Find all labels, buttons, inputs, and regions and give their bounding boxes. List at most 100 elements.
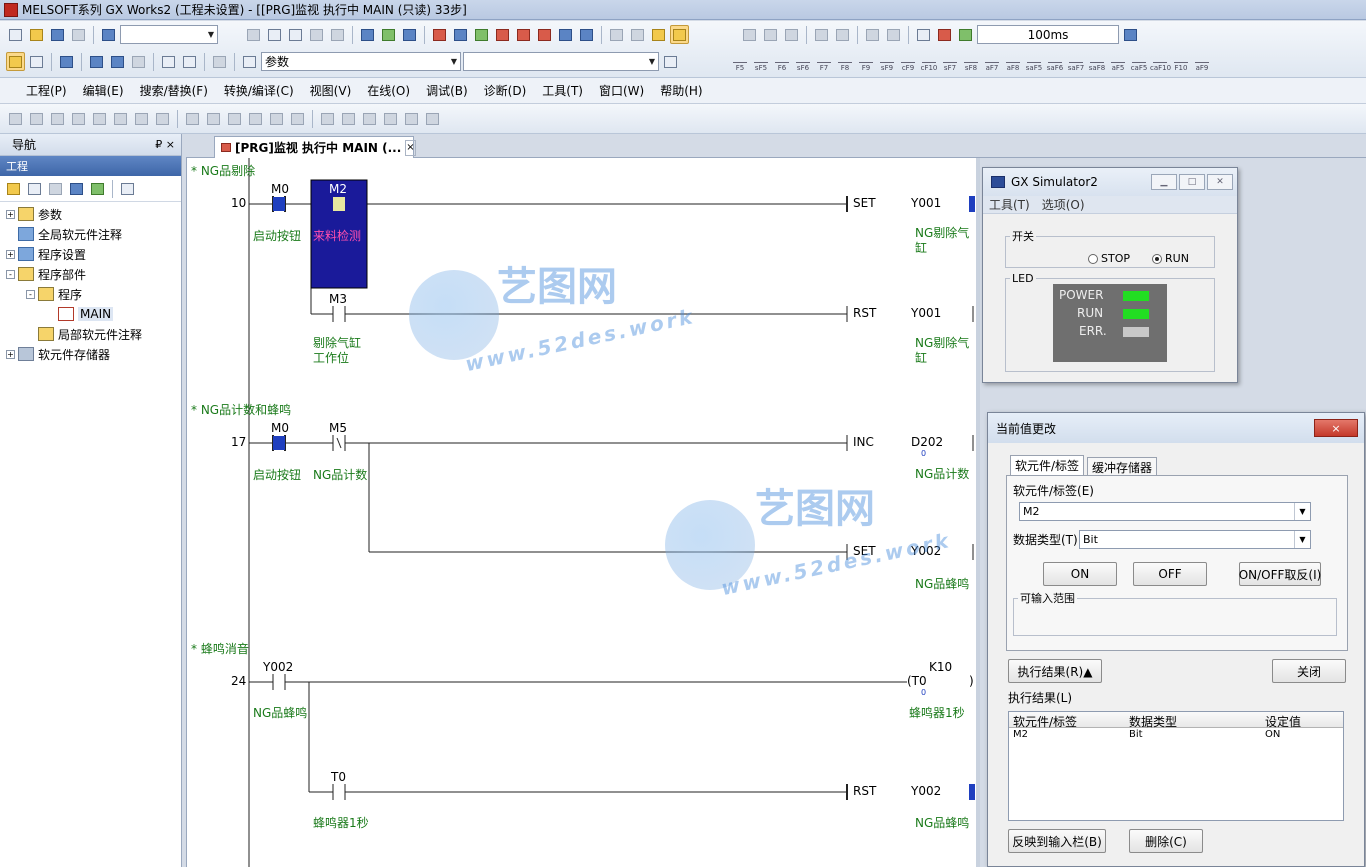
- fkey-button-21[interactable]: F10: [1171, 53, 1191, 72]
- fkey-button-8[interactable]: cF9: [898, 53, 918, 72]
- inst-inc[interactable]: INC: [853, 435, 874, 449]
- debug-tool-icon-4[interactable]: [90, 109, 109, 128]
- question-icon[interactable]: [210, 52, 229, 71]
- fkey-button-9[interactable]: cF10: [919, 53, 939, 72]
- fkey-button-5[interactable]: F8: [835, 53, 855, 72]
- tree-item-7[interactable]: + 软元件存储器: [0, 344, 181, 364]
- stop-plc-icon[interactable]: [514, 25, 533, 44]
- dev3-icon[interactable]: [577, 25, 596, 44]
- inst2-icon[interactable]: [884, 25, 903, 44]
- operand-y001[interactable]: Y001: [911, 196, 941, 210]
- debug-tool-icon-6[interactable]: [132, 109, 151, 128]
- contact-b-icon[interactable]: [761, 25, 780, 44]
- line-icon[interactable]: [812, 25, 831, 44]
- fkey-button-22[interactable]: aF9: [1192, 53, 1212, 72]
- fkey-button-3[interactable]: sF6: [793, 53, 813, 72]
- fkey-button-7[interactable]: sF9: [877, 53, 897, 72]
- debug-tool-icon-16[interactable]: [360, 109, 379, 128]
- contact-icon[interactable]: [740, 25, 759, 44]
- minimize-icon[interactable]: ▁: [1151, 174, 1177, 190]
- contact-t0[interactable]: T0: [331, 770, 346, 784]
- inst-rst-2[interactable]: RST: [853, 784, 876, 798]
- cut-icon[interactable]: [244, 25, 263, 44]
- tab-main[interactable]: [PRG]监视 执行中 MAIN (... ×: [214, 136, 416, 158]
- stop-icon[interactable]: [956, 25, 975, 44]
- search-icon[interactable]: [180, 52, 199, 71]
- close-button[interactable]: 关闭: [1272, 659, 1346, 683]
- tab-buffer[interactable]: 缓冲存储器: [1087, 457, 1158, 477]
- menu-item-5[interactable]: 在线(O): [359, 82, 418, 99]
- fkey-button-15[interactable]: saF6: [1045, 53, 1065, 72]
- inst-rst-1[interactable]: RST: [853, 306, 876, 320]
- tab-device[interactable]: 软元件/标签: [1010, 455, 1085, 475]
- debug-tool-icon-8[interactable]: [183, 109, 202, 128]
- debug-tool-icon-11[interactable]: [246, 109, 265, 128]
- find-icon[interactable]: [661, 52, 680, 71]
- debug-tool-icon-19[interactable]: [423, 109, 442, 128]
- tree-item-4[interactable]: - 程序: [0, 284, 181, 304]
- close-icon[interactable]: ✕: [1207, 174, 1233, 190]
- fkey-button-2[interactable]: F6: [772, 53, 792, 72]
- fkey-button-12[interactable]: aF7: [982, 53, 1002, 72]
- inst-set-1[interactable]: SET: [853, 196, 876, 210]
- remote-icon[interactable]: [493, 25, 512, 44]
- scan-setting-icon[interactable]: [1121, 25, 1140, 44]
- reflect-button[interactable]: 反映到输入栏(B): [1008, 829, 1106, 853]
- menu-item-1[interactable]: 编辑(E): [75, 82, 132, 99]
- debug-tool-icon-17[interactable]: [381, 109, 400, 128]
- tool2-icon[interactable]: [628, 25, 647, 44]
- fkey-button-0[interactable]: F5: [730, 53, 750, 72]
- menu-item-2[interactable]: 搜索/替换(F): [132, 82, 216, 99]
- contact-m0b[interactable]: M0: [271, 421, 289, 435]
- debug-tool-icon-12[interactable]: [267, 109, 286, 128]
- debug-tool-icon-9[interactable]: [204, 109, 223, 128]
- contact-m2[interactable]: M2: [329, 182, 347, 196]
- write-plc-icon[interactable]: [451, 25, 470, 44]
- operand-y002b[interactable]: Y002: [911, 784, 941, 798]
- device-combo[interactable]: M2 ▼: [1019, 502, 1311, 521]
- open-icon[interactable]: [27, 25, 46, 44]
- fkey-button-4[interactable]: F7: [814, 53, 834, 72]
- debug-tool-icon-3[interactable]: [69, 109, 88, 128]
- print-icon[interactable]: [69, 25, 88, 44]
- tree-item-0[interactable]: + 参数: [0, 204, 181, 224]
- sim-menu-item-0[interactable]: 工具(T): [989, 196, 1030, 213]
- debug-tool-icon-10[interactable]: [225, 109, 244, 128]
- dev5-icon[interactable]: [108, 52, 127, 71]
- expander-icon[interactable]: +: [6, 209, 15, 219]
- fkey-button-14[interactable]: saF5: [1024, 53, 1044, 72]
- menu-item-10[interactable]: 帮助(H): [652, 82, 710, 99]
- tree-item-3[interactable]: - 程序部件: [0, 264, 181, 284]
- paste-icon[interactable]: [286, 25, 305, 44]
- debug-tool-icon-18[interactable]: [402, 109, 421, 128]
- redo-icon[interactable]: [328, 25, 347, 44]
- fkey-button-13[interactable]: aF8: [1003, 53, 1023, 72]
- watch-icon[interactable]: [159, 52, 178, 71]
- debug-tool-icon-0[interactable]: [6, 109, 25, 128]
- menu-item-7[interactable]: 诊断(D): [476, 82, 535, 99]
- expander-icon[interactable]: -: [26, 289, 35, 299]
- coil-icon[interactable]: [782, 25, 801, 44]
- undo-icon[interactable]: [307, 25, 326, 44]
- tree-item-5[interactable]: MAIN: [0, 304, 181, 324]
- menu-item-3[interactable]: 转换/编译(C): [216, 82, 302, 99]
- module-icon[interactable]: [27, 52, 46, 71]
- timer-setting[interactable]: K10: [929, 660, 952, 674]
- binoculars-icon[interactable]: [240, 52, 259, 71]
- fkey-button-6[interactable]: F9: [856, 53, 876, 72]
- toolbar-combo[interactable]: ▼: [120, 25, 218, 44]
- debug-tool-icon-5[interactable]: [111, 109, 130, 128]
- menu-item-8[interactable]: 工具(T): [534, 82, 591, 99]
- debug-tool-icon-7[interactable]: [153, 109, 172, 128]
- result-toggle-button[interactable]: 执行结果(R)▲: [1008, 659, 1102, 683]
- menu-item-0[interactable]: 工程(P): [18, 82, 75, 99]
- on-button[interactable]: ON: [1043, 562, 1117, 586]
- list-icon[interactable]: [57, 52, 76, 71]
- tool1-icon[interactable]: [607, 25, 626, 44]
- run-radio[interactable]: RUN: [1152, 252, 1189, 265]
- menu-item-9[interactable]: 窗口(W): [591, 82, 652, 99]
- expander-icon[interactable]: +: [6, 249, 15, 259]
- tree-item-1[interactable]: 全局软元件注释: [0, 224, 181, 244]
- debug-tool-icon-2[interactable]: [48, 109, 67, 128]
- new-icon[interactable]: [6, 25, 25, 44]
